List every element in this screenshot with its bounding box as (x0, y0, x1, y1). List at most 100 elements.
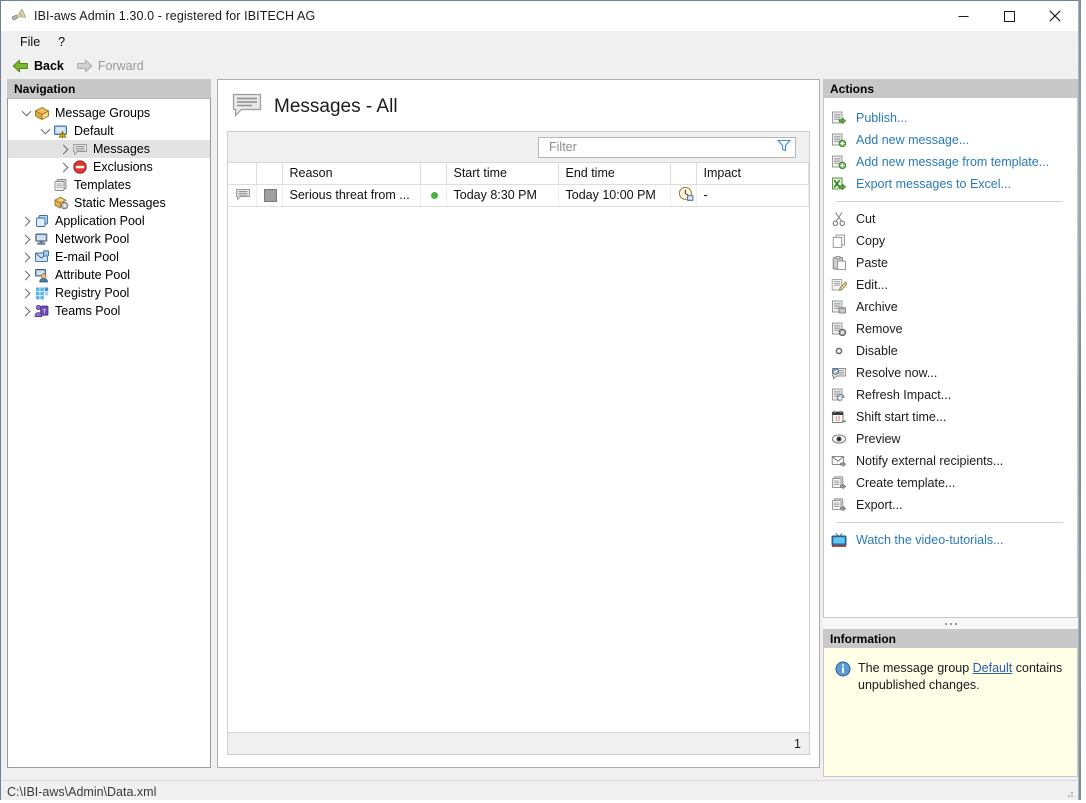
action-publish[interactable]: Publish... (824, 107, 1077, 129)
action-disable[interactable]: Disable (824, 340, 1077, 362)
resize-grip[interactable] (1062, 786, 1074, 798)
action-cut[interactable]: Cut (824, 208, 1077, 230)
funnel-icon[interactable] (777, 139, 791, 155)
chevron-right-icon[interactable] (56, 141, 72, 157)
app-satellite-icon (10, 8, 26, 24)
splitter-dot (945, 623, 947, 625)
chevron-right-icon[interactable] (18, 303, 34, 319)
sidebar-item-registry-pool[interactable]: Registry Pool (8, 284, 210, 302)
navigation-tree: Message GroupsDefaultMessagesExclusionsT… (7, 98, 211, 768)
column-header-color[interactable] (256, 163, 282, 184)
column-header-reason[interactable]: Reason (282, 163, 420, 184)
sidebar-item-messages[interactable]: Messages (8, 140, 210, 158)
sidebar-item-network-pool[interactable]: Network Pool (8, 230, 210, 248)
menu-item-help[interactable]: ? (49, 33, 74, 51)
sidebar-item-default[interactable]: Default (8, 122, 210, 140)
column-header-end[interactable]: End time (558, 163, 670, 184)
column-header-sched[interactable] (670, 163, 696, 184)
action-shift-start-time[interactable]: 12Shift start time... (824, 406, 1077, 428)
messages-table: Reason Start timeEnd time Impact Serious t… (228, 163, 809, 207)
action-remove[interactable]: Remove (824, 318, 1077, 340)
column-header-impact[interactable]: Impact (696, 163, 809, 184)
action-add-new-message-from-template[interactable]: Add new message from template... (824, 151, 1077, 173)
row-count: 1 (794, 737, 801, 751)
chevron-right-icon[interactable] (18, 285, 34, 301)
cell-impact: - (696, 184, 809, 206)
grid-footer: 1 (228, 732, 809, 754)
menu-bar: File ? (1, 31, 1078, 53)
actions-list: Publish... Add new message... Add new mess… (823, 98, 1078, 618)
action-notify-external-recipients[interactable]: Notify external recipients... (824, 450, 1077, 472)
chevron-down-icon[interactable] (18, 105, 34, 121)
tree-twisty-spacer (37, 195, 53, 211)
action-copy[interactable]: Copy (824, 230, 1077, 252)
content-bottom-padding (218, 755, 819, 767)
chevron-right-icon[interactable] (18, 231, 34, 247)
sidebar-item-e-mail-pool[interactable]: E-mail Pool (8, 248, 210, 266)
right-pane: Actions Publish...Add new message...Add … (823, 79, 1078, 777)
templates-icon (53, 177, 69, 193)
messages-icon (72, 141, 88, 157)
window-right-edge (1079, 0, 1086, 803)
resolve-icon (831, 365, 847, 381)
maximize-button[interactable] (986, 1, 1032, 31)
sidebar-item-attribute-pool[interactable]: Attribute Pool (8, 266, 210, 284)
table-row[interactable]: Serious threat from ...Today 8:30 PMToda… (228, 184, 809, 206)
email-pool-icon (34, 249, 50, 265)
action-refresh-impact[interactable]: Refresh Impact... (824, 384, 1077, 406)
action-archive[interactable]: Archive (824, 296, 1077, 318)
back-label: Back (34, 59, 64, 73)
tree-twisty-spacer (37, 177, 53, 193)
minimize-button[interactable] (940, 1, 986, 31)
info-link-default[interactable]: Default (973, 661, 1013, 675)
sidebar-item-label: Registry Pool (55, 285, 129, 301)
close-button[interactable] (1032, 1, 1078, 31)
preview-eye-icon (831, 431, 847, 447)
info-text-before: The message group (858, 661, 973, 675)
action-label: Create template... (856, 476, 955, 490)
column-header-start[interactable]: Start time (446, 163, 558, 184)
chevron-right-icon[interactable] (18, 249, 34, 265)
action-label: Disable (856, 344, 898, 358)
svg-text:12: 12 (835, 417, 841, 423)
chevron-down-icon[interactable] (37, 123, 53, 139)
action-export-messages-to-excel[interactable]: Export messages to Excel... (824, 173, 1077, 195)
action-watch-the-video-tutorials[interactable]: Watch the video-tutorials... (824, 529, 1077, 551)
splitter-dot (950, 623, 952, 625)
sidebar-item-templates[interactable]: Templates (8, 176, 210, 194)
actions-separator (836, 201, 1063, 202)
chevron-right-icon[interactable] (18, 267, 34, 283)
column-header-type[interactable] (228, 163, 256, 184)
menu-item-file[interactable]: File (11, 33, 49, 51)
action-add-new-message[interactable]: Add new message... (824, 129, 1077, 151)
export-excel-icon (831, 176, 847, 192)
action-edit[interactable]: Edit... (824, 274, 1077, 296)
attribute-pool-icon (34, 267, 50, 283)
create-template-icon (831, 475, 847, 491)
column-header-state[interactable] (420, 163, 446, 184)
filter-box[interactable] (538, 137, 796, 158)
message-groups-icon (34, 105, 50, 121)
paste-icon (831, 255, 847, 271)
action-resolve-now[interactable]: Resolve now... (824, 362, 1077, 384)
app-root: IBI-aws Admin 1.30.0 - registered for IB… (0, 0, 1086, 803)
export-icon (831, 497, 847, 513)
action-export[interactable]: Export... (824, 494, 1077, 516)
sidebar-item-static-messages[interactable]: Static Messages (8, 194, 210, 212)
sidebar-item-teams-pool[interactable]: TTeams Pool (8, 302, 210, 320)
sidebar-item-application-pool[interactable]: Application Pool (8, 212, 210, 230)
search-input[interactable] (547, 139, 777, 155)
action-preview[interactable]: Preview (824, 428, 1077, 450)
back-button[interactable]: Back (8, 58, 68, 74)
action-label: Add new message... (856, 133, 969, 147)
add-from-template-icon (831, 154, 847, 170)
sidebar-item-message-groups[interactable]: Message Groups (8, 104, 210, 122)
pane-splitter[interactable] (823, 618, 1078, 629)
forward-button[interactable]: Forward (72, 58, 148, 74)
chevron-right-icon[interactable] (56, 159, 72, 175)
action-paste[interactable]: Paste (824, 252, 1077, 274)
navigation-pane: Navigation Message GroupsDefaultMessages… (7, 79, 211, 768)
action-create-template[interactable]: Create template... (824, 472, 1077, 494)
sidebar-item-exclusions[interactable]: Exclusions (8, 158, 210, 176)
chevron-right-icon[interactable] (18, 213, 34, 229)
